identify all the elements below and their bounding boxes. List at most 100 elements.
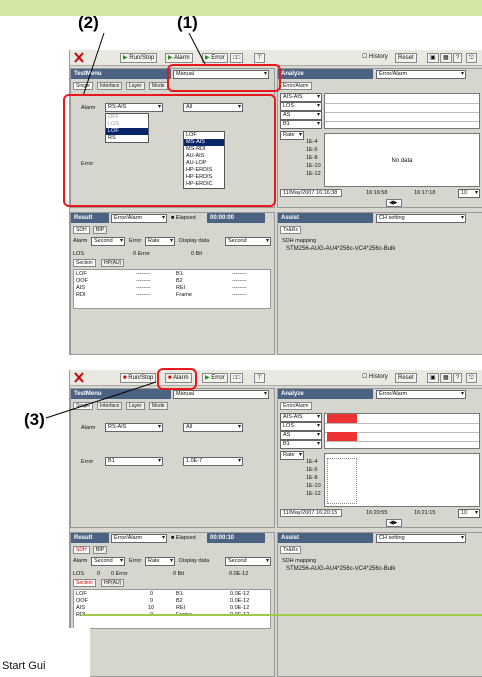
- tab-hp-au[interactable]: HP(AU): [101, 579, 125, 587]
- time-mid: 16:16:58: [366, 190, 388, 196]
- los-rate: 0.0E-12: [229, 571, 249, 577]
- error-button[interactable]: ▶ Error: [202, 53, 228, 63]
- tab-sdh[interactable]: SDH: [73, 546, 90, 554]
- alarm-button[interactable]: ▶ Alarm: [165, 53, 193, 63]
- alarm-scope-select[interactable]: All: [183, 423, 243, 432]
- error-mode-select[interactable]: Rate: [145, 237, 175, 246]
- sdh-mapping-value: STM256-AUG-AU4*256c-VC4*256c-Bulk: [286, 566, 396, 572]
- rate-select[interactable]: Rate: [280, 131, 304, 140]
- analyze-row-select[interactable]: AS: [280, 431, 322, 440]
- exit-button[interactable]: ⎋: [466, 53, 477, 63]
- time-end: 16:17:18: [414, 190, 436, 196]
- tab-bip[interactable]: BIP: [93, 546, 108, 554]
- analyze-row-select[interactable]: B1: [280, 120, 322, 129]
- tab-layer[interactable]: Layer: [126, 82, 145, 90]
- history-checkbox[interactable]: ☐ History: [360, 53, 390, 63]
- analyze-row-select[interactable]: B1: [280, 440, 322, 449]
- tab-mode[interactable]: Mode: [149, 402, 168, 410]
- result-mode-select[interactable]: Error/Alarm: [111, 534, 167, 543]
- tab-single[interactable]: Single: [73, 402, 93, 410]
- alarm-mode-select[interactable]: Second: [91, 237, 125, 246]
- error-button[interactable]: ▶ Error: [202, 373, 228, 383]
- tab-sdh[interactable]: SDH: [73, 226, 90, 234]
- scroll-arrows[interactable]: ◀▶: [386, 199, 402, 207]
- bit-column-header: 0 Bit: [191, 251, 203, 257]
- elapsed-label: ■ Elapsed: [171, 215, 196, 221]
- result-value: --------: [232, 271, 247, 277]
- result-name: OOF: [76, 598, 88, 604]
- reset-button[interactable]: Reset: [395, 53, 417, 63]
- analyze-row-select[interactable]: AIS-AIS: [280, 413, 322, 422]
- rate-select[interactable]: Rate: [280, 451, 304, 460]
- tab-mode[interactable]: Mode: [149, 82, 168, 90]
- alarm-mode-select[interactable]: Second: [91, 557, 125, 566]
- error-mode-select[interactable]: Rate: [145, 557, 175, 566]
- reset-button[interactable]: Reset: [395, 373, 417, 383]
- tab-layer[interactable]: Layer: [126, 402, 145, 410]
- test-menu-mode-select[interactable]: Manual: [173, 390, 269, 399]
- assist-mode-select[interactable]: CH setting: [376, 214, 466, 223]
- display-data-select[interactable]: Second: [225, 557, 271, 566]
- tab-bip[interactable]: BIP: [93, 226, 108, 234]
- pin-button[interactable]: ⊤: [254, 373, 266, 383]
- result-name: B1: [176, 271, 183, 277]
- analyze-mode-select[interactable]: Error/Alarm: [376, 70, 466, 79]
- elapsed-time: 00:00:00: [207, 213, 265, 223]
- rate-graph-region: [327, 458, 357, 504]
- help-button[interactable]: ?: [453, 373, 463, 383]
- result-name: Frame: [176, 292, 192, 298]
- analyze-mode-select[interactable]: Error/Alarm: [376, 390, 466, 399]
- mode-button[interactable]: □□: [230, 373, 244, 383]
- time-scale-select[interactable]: 10: [458, 189, 480, 198]
- tab-tx-rx[interactable]: Tx&Rx: [280, 546, 301, 554]
- result-mode-select[interactable]: Error/Alarm: [111, 214, 167, 223]
- error-column-header: 0 Error: [133, 251, 150, 257]
- tab-error-alarm[interactable]: Error/Alarm: [280, 402, 312, 410]
- error-select[interactable]: B1: [105, 457, 163, 466]
- x-logo-icon: [74, 372, 84, 383]
- error-rate-select[interactable]: 1.0E-7: [183, 457, 243, 466]
- analyze-panel: Analyze Error/Alarm Error/Alarm AIS-AIS …: [277, 68, 482, 208]
- tab-tx-rx[interactable]: Tx&Rx: [280, 226, 301, 234]
- exit-button[interactable]: ⎋: [466, 373, 477, 383]
- print-button[interactable]: ▦: [440, 373, 452, 383]
- time-mid: 16:20:55: [366, 510, 388, 516]
- display-data-select[interactable]: Second: [225, 237, 271, 246]
- tab-interface[interactable]: Interface: [97, 82, 123, 90]
- analyze-row-select[interactable]: AS: [280, 111, 322, 120]
- help-button[interactable]: ?: [453, 53, 463, 63]
- analyze-row-select[interactable]: LOS: [280, 102, 322, 111]
- tab-section[interactable]: Section: [73, 579, 96, 587]
- time-scale-select[interactable]: 10: [458, 509, 480, 518]
- rate-axis-label: 1E-10: [306, 483, 321, 489]
- scroll-arrows[interactable]: ◀▶: [386, 519, 402, 527]
- assist-title: Assist: [278, 533, 373, 543]
- history-checkbox[interactable]: ☐ History: [360, 373, 390, 383]
- save-button[interactable]: ▣: [427, 373, 439, 383]
- run-stop-button[interactable]: ▶ Run/Stop: [120, 53, 158, 63]
- save-button[interactable]: ▣: [427, 53, 439, 63]
- tab-error-alarm[interactable]: Error/Alarm: [280, 82, 312, 90]
- print-button[interactable]: ▦: [440, 53, 452, 63]
- alarm-timeline-grid: [324, 413, 480, 449]
- play-icon: ▶: [205, 375, 210, 381]
- toolbar: ■ Run/Stop ■ Alarm ▶ Error □□ ⊤ ☐ Histor…: [70, 370, 482, 386]
- analyze-row-select[interactable]: LOS: [280, 422, 322, 431]
- alarm-select[interactable]: RS-AIS: [105, 423, 163, 432]
- tab-single[interactable]: Single: [73, 82, 93, 90]
- screenshot-2: ■ Run/Stop ■ Alarm ▶ Error □□ ⊤ ☐ Histor…: [69, 370, 482, 677]
- pin-button[interactable]: ⊤: [254, 53, 266, 63]
- tab-hp-au[interactable]: HP(AU): [101, 259, 125, 267]
- footer-area: Start Gui: [0, 628, 90, 677]
- mode-button[interactable]: □□: [230, 53, 244, 63]
- sdh-mapping-label: SDH mapping: [282, 238, 317, 244]
- analyze-row-select[interactable]: AIS-AIS: [280, 93, 322, 102]
- tab-section[interactable]: Section: [73, 259, 96, 267]
- time-start: 11/May/2007 16:20:15: [280, 509, 342, 517]
- rate-axis-label: 1E-4: [306, 459, 318, 465]
- run-stop-button[interactable]: ■ Run/Stop: [120, 373, 157, 383]
- tab-interface[interactable]: Interface: [97, 402, 123, 410]
- assist-mode-select[interactable]: CH setting: [376, 534, 466, 543]
- rate-axis-label: 1E-12: [306, 491, 321, 497]
- highlight-box-1: [167, 64, 281, 92]
